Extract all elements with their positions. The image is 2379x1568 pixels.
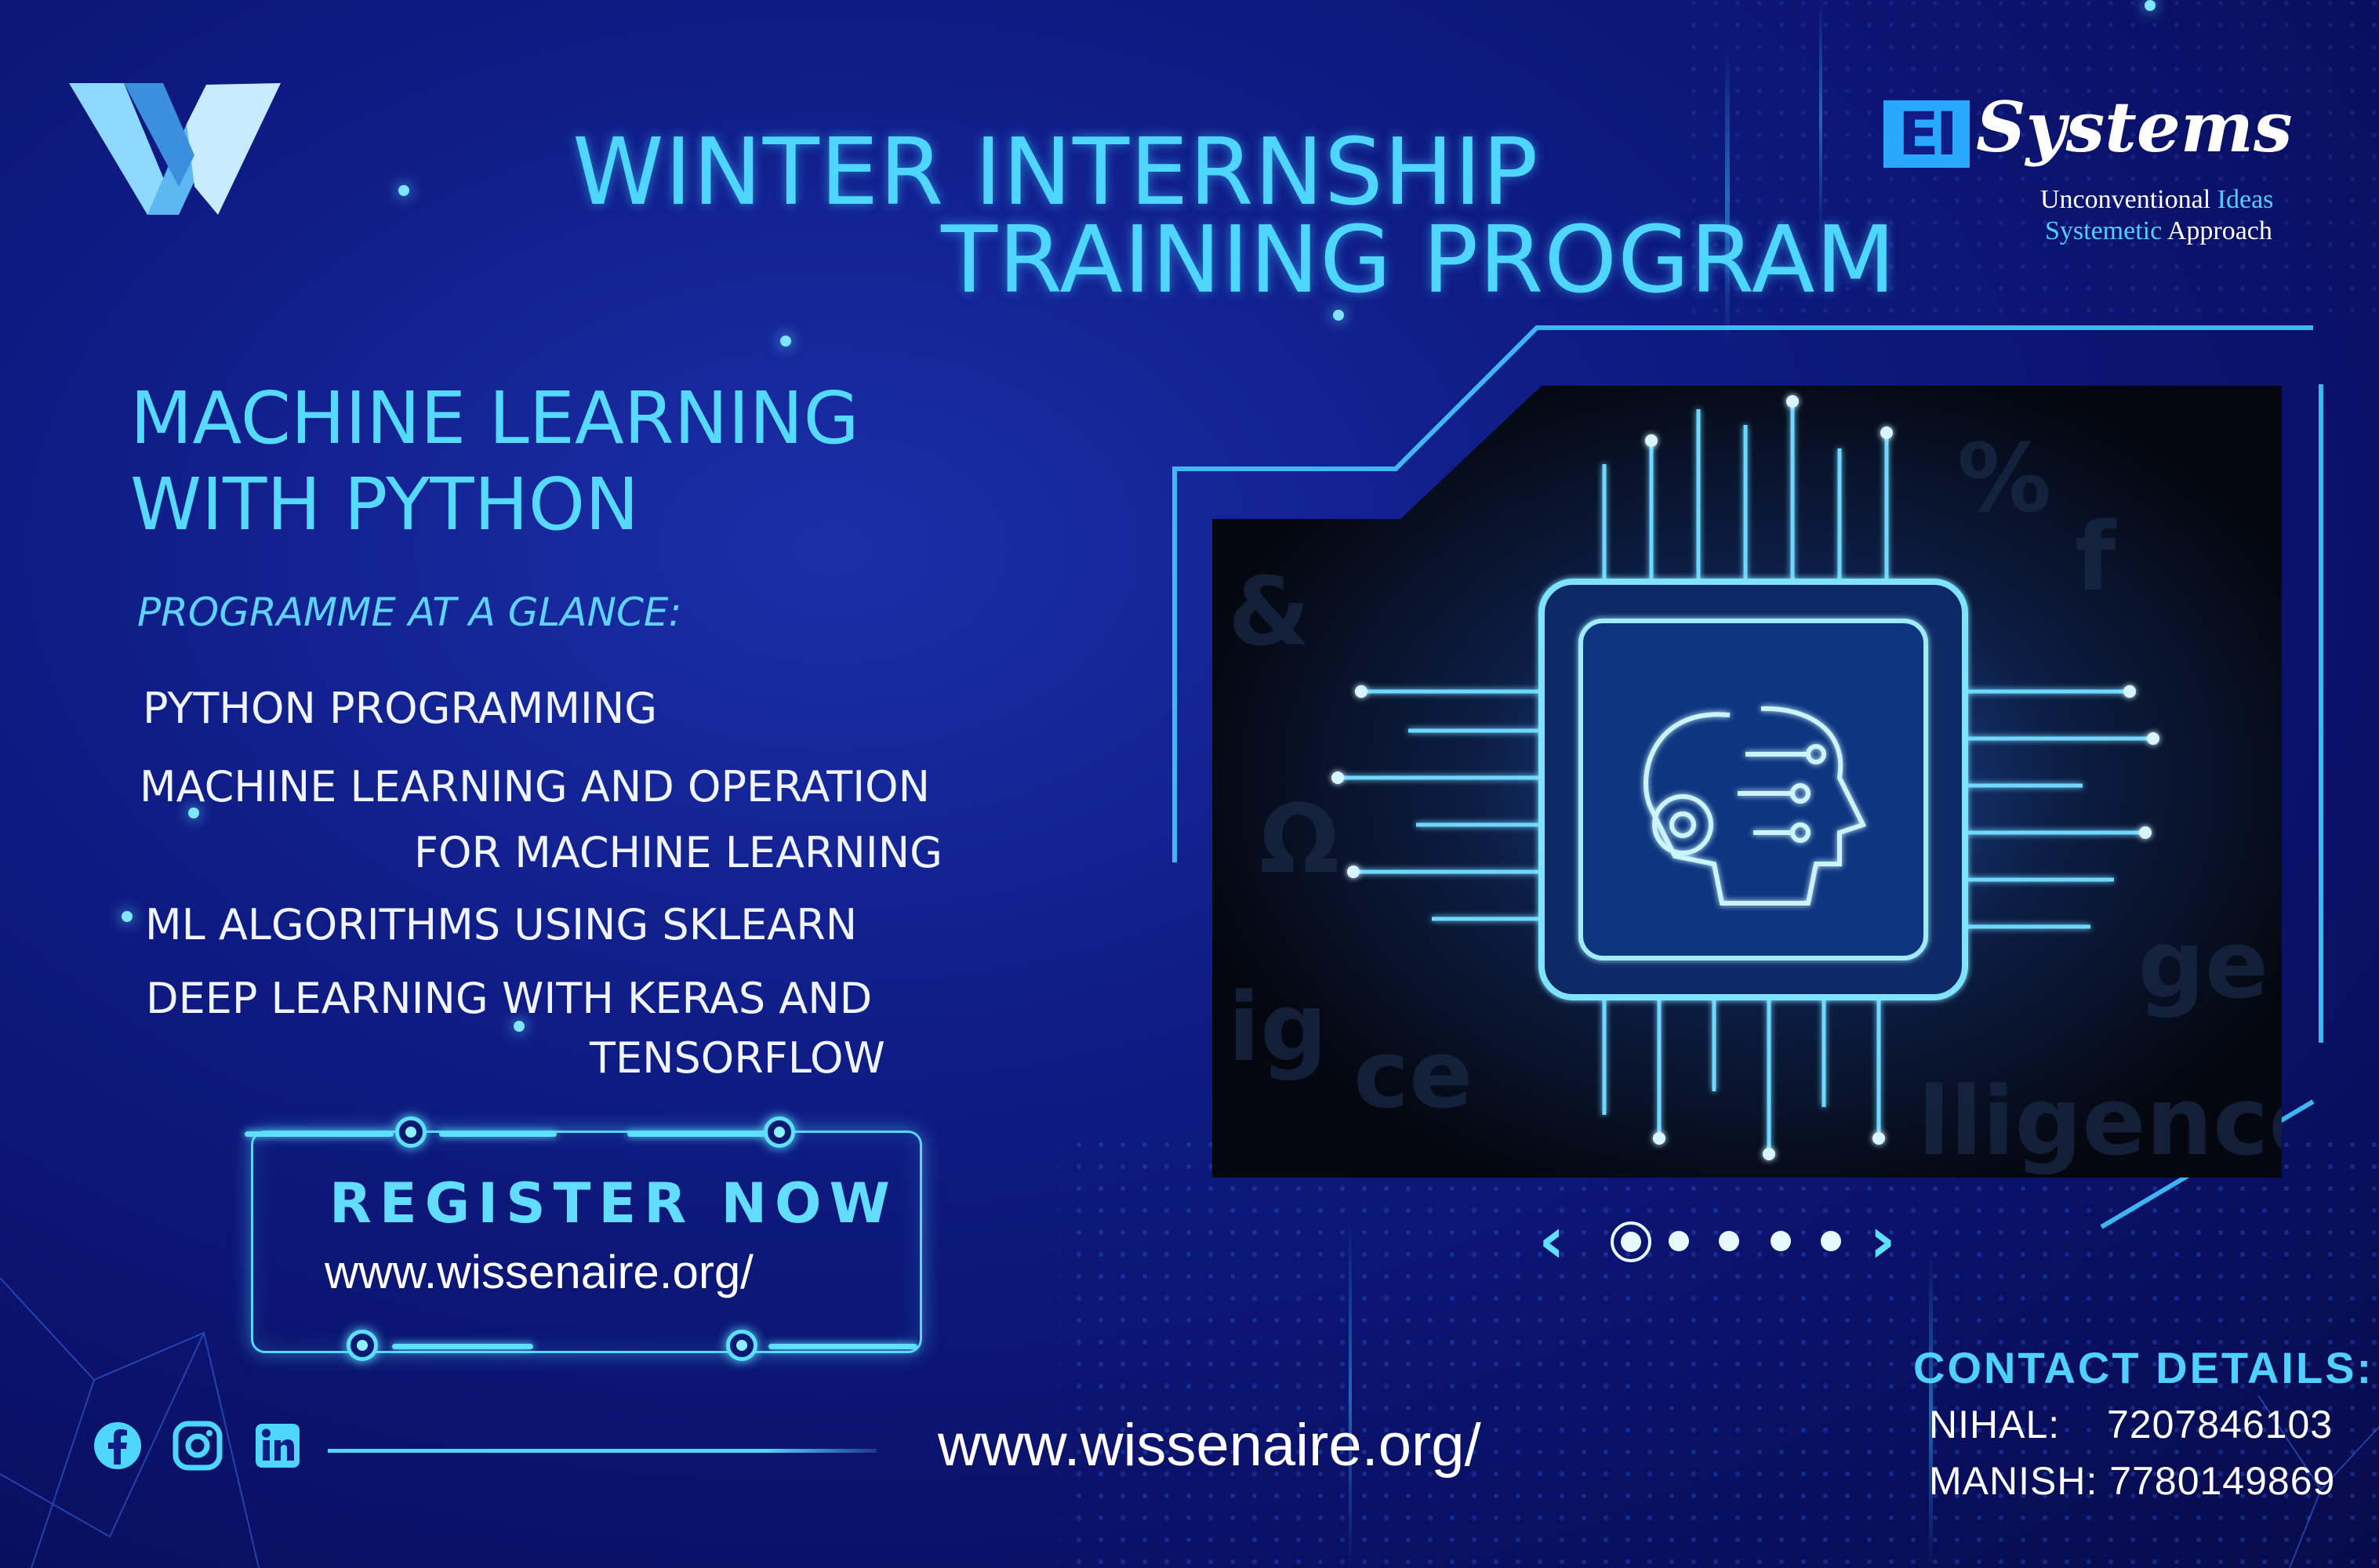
sparkle-dot: [2145, 0, 2156, 11]
topic-item: MACHINE LEARNING AND OPERATION: [140, 762, 931, 811]
programme-glance-label: PROGRAMME AT A GLANCE:: [137, 590, 682, 635]
topic-item: ML ALGORITHMS USING SKLEARN: [145, 900, 858, 949]
register-now-label[interactable]: REGISTER NOW: [329, 1171, 898, 1236]
ei-brand-box: EI: [1898, 99, 1958, 169]
ei-tagline-word: Ideas: [2217, 185, 2274, 214]
svg-text:ig: ig: [1228, 974, 1328, 1083]
carousel-prev-chevron-icon[interactable]: ‹: [1538, 1209, 1565, 1273]
ei-tagline-word: Unconventional: [2040, 185, 2211, 214]
svg-text:ce: ce: [1353, 1021, 1473, 1130]
ei-tagline-2: Systemetic Approach: [2045, 216, 2272, 246]
contact-details-title: CONTACT DETAILS:: [1913, 1343, 2374, 1392]
contact-line: NIHAL: 7207846103: [1929, 1402, 2333, 1447]
register-url-link[interactable]: www.wissenaire.org/: [325, 1245, 754, 1299]
page-title-line2: TRAINING PROGRAM: [941, 205, 1897, 314]
contact-name: NIHAL:: [1929, 1403, 2061, 1446]
sparkle-dot: [398, 185, 409, 196]
topic-item: TENSORFLOW: [590, 1033, 885, 1083]
contact-name: MANISH:: [1929, 1459, 2098, 1503]
facebook-icon[interactable]: [93, 1421, 143, 1471]
carousel-indicator-active[interactable]: [1611, 1221, 1651, 1262]
sparkle-dot: [780, 336, 791, 347]
carousel-indicator-core: [1621, 1232, 1641, 1252]
frame-bar: [245, 1131, 394, 1137]
footer-divider: [328, 1449, 877, 1453]
svg-text:%: %: [1957, 425, 2051, 534]
ei-brand-script: Systems: [1976, 86, 2293, 168]
frame-bar: [392, 1344, 533, 1349]
linkedin-icon[interactable]: [252, 1421, 303, 1471]
svg-text:&: &: [1228, 558, 1310, 667]
w-logo-icon: [69, 83, 281, 215]
carousel-indicator[interactable]: [1771, 1231, 1791, 1251]
ai-chip-illustration: & Ωf ge ce lligence % ig: [1212, 386, 2282, 1178]
contact-phone[interactable]: 7207846103: [2107, 1403, 2333, 1446]
svg-text:f: f: [2075, 503, 2117, 612]
contact-phone[interactable]: 7780149869: [2109, 1459, 2335, 1503]
ei-tagline-1: Unconventional Ideas: [2040, 185, 2273, 215]
ei-systems-logo: EI: [1883, 100, 1970, 168]
ei-tagline-word: Approach: [2167, 216, 2272, 245]
frame-bar: [439, 1131, 557, 1137]
sparkle-dot: [122, 911, 133, 922]
svg-text:Ω: Ω: [1259, 786, 1339, 895]
carousel-indicator[interactable]: [1821, 1231, 1841, 1251]
carousel-indicator[interactable]: [1669, 1231, 1689, 1251]
svg-text:ge: ge: [2137, 911, 2268, 1020]
frame-node: [764, 1116, 795, 1148]
instagram-icon[interactable]: [173, 1421, 223, 1471]
svg-text:lligence: lligence: [1918, 1068, 2282, 1177]
frame-bar: [627, 1131, 768, 1137]
frame-bar: [768, 1344, 917, 1349]
topic-item: FOR MACHINE LEARNING: [414, 828, 943, 877]
frame-node: [726, 1330, 757, 1361]
course-heading-line1: MACHINE LEARNING: [130, 376, 859, 460]
page-title-line1: WINTER INTERNSHIP: [572, 118, 1539, 226]
carousel-next-chevron-icon[interactable]: ›: [1869, 1209, 1896, 1273]
ei-tagline-word: Systemetic: [2045, 216, 2163, 245]
contact-line: MANISH: 7780149869: [1929, 1458, 2335, 1504]
topic-item: DEEP LEARNING WITH KERAS AND: [146, 974, 873, 1023]
register-box[interactable]: [251, 1131, 922, 1353]
course-heading-line2: WITH PYTHON: [130, 463, 639, 546]
footer-url-link[interactable]: www.wissenaire.org/: [938, 1411, 1481, 1479]
carousel-indicator[interactable]: [1719, 1231, 1739, 1251]
topic-item: PYTHON PROGRAMMING: [143, 684, 658, 733]
frame-node: [395, 1116, 427, 1148]
frame-node: [347, 1330, 378, 1361]
